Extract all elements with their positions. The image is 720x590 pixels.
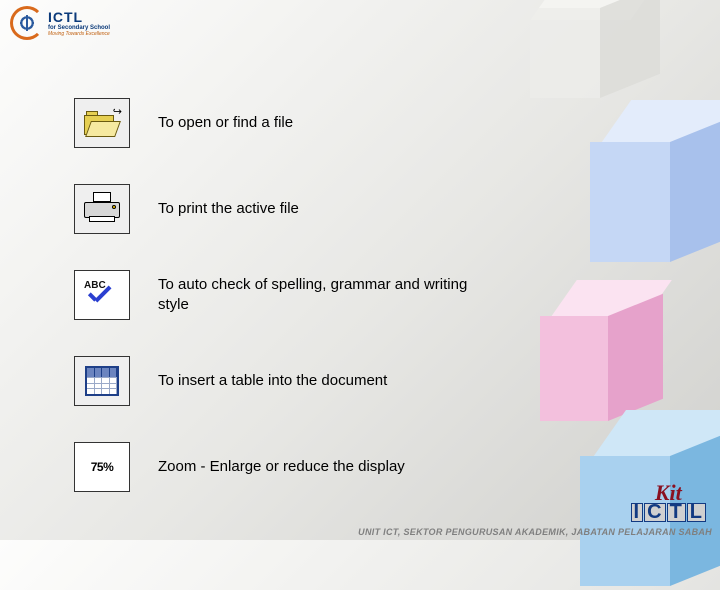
open-file-description: To open or find a file [158, 113, 293, 133]
list-item: ↪ To open or find a file [74, 98, 494, 148]
zoom-description: Zoom - Enlarge or reduce the display [158, 457, 405, 477]
insert-table-icon [74, 356, 130, 406]
footer-text: UNIT ICT, SEKTOR PENGURUSAN AKADEMIK, JA… [0, 527, 712, 537]
zoom-value: 75% [91, 460, 114, 474]
kit-ictl-label: ICTL [631, 503, 706, 522]
globe-swoosh-icon [10, 6, 44, 40]
list-item: To insert a table into the document [74, 356, 494, 406]
list-item: To print the active file [74, 184, 494, 234]
list-item: 75% Zoom - Enlarge or reduce the display [74, 442, 494, 492]
print-description: To print the active file [158, 199, 299, 219]
decor-cube-grey [530, 0, 650, 100]
zoom-icon: 75% [74, 442, 130, 492]
logo-tagline: Moving Towards Excellence [48, 31, 110, 37]
toolbar-explanations: ↪ To open or find a file To print the ac… [74, 98, 494, 528]
print-icon [74, 184, 130, 234]
logo-title: ICTL [48, 9, 110, 25]
open-file-icon: ↪ [74, 98, 130, 148]
decor-cube-pink [540, 280, 670, 430]
spellcheck-icon: ABC [74, 270, 130, 320]
kit-ictl-logo: Kit ICTL [631, 484, 706, 522]
list-item: ABC To auto check of spelling, grammar a… [74, 270, 494, 320]
ictl-logo: ICTL for Secondary School Moving Towards… [10, 6, 110, 40]
spellcheck-description: To auto check of spelling, grammar and w… [158, 275, 494, 316]
insert-table-description: To insert a table into the document [158, 371, 387, 391]
decor-cube-blue [590, 100, 720, 270]
